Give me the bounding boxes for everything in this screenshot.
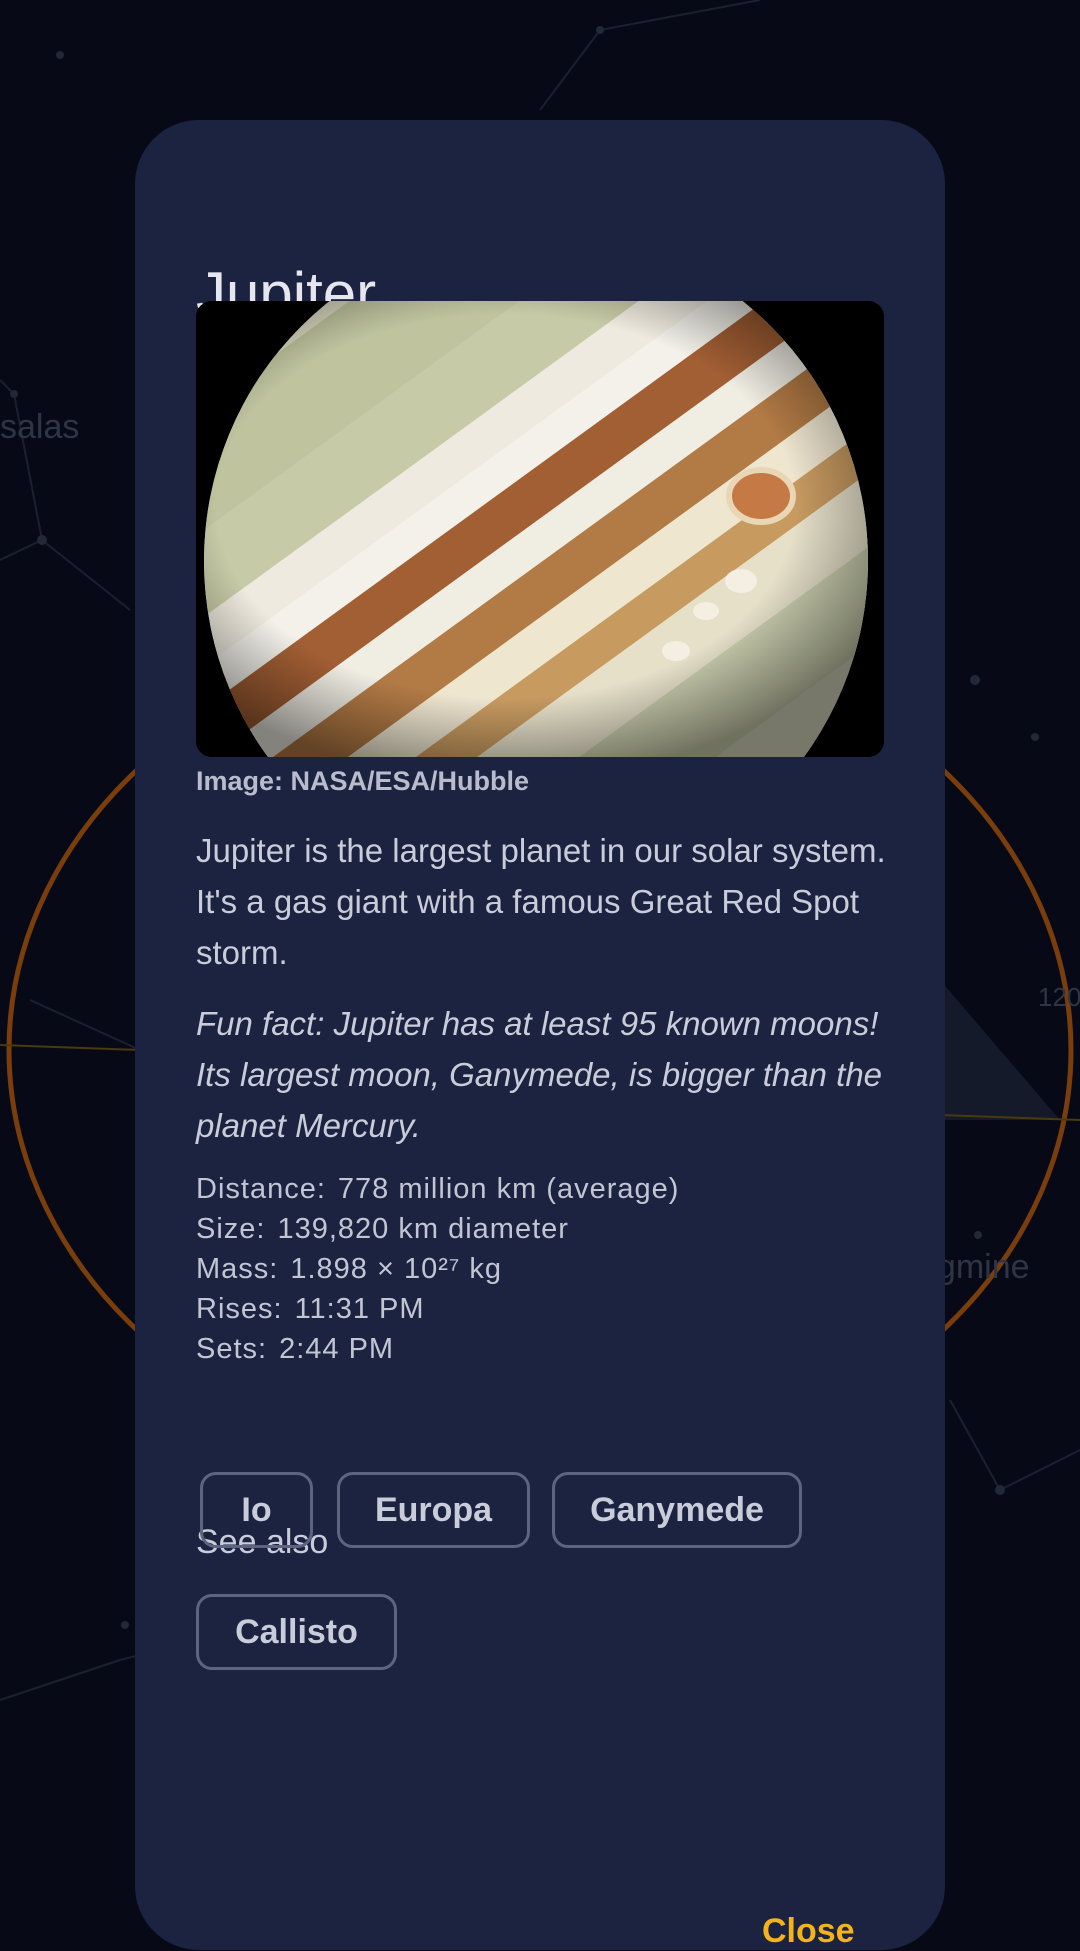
stat-rises: Rises: 11:31 PM [196,1289,679,1329]
planet-description: Jupiter is the largest planet in our sol… [196,832,886,971]
stat-value: 11:31 PM [294,1293,425,1325]
planet-stats: Distance: 778 million km (average) Size: 1… [196,1169,679,1369]
stat-label: Size: [196,1213,266,1245]
see-also-chip-ganymede[interactable]: Ganymede [552,1472,802,1548]
fun-fact: Fun fact: Jupiter has at least 95 known … [196,1005,883,1144]
image-credit: Image: NASA/ESA/Hubble [196,766,530,796]
see-also-chip-callisto[interactable]: Callisto [196,1594,397,1670]
sky-label-left: salas [0,408,80,446]
stat-label: Distance: [196,1173,326,1205]
stat-value: 2:44 PM [279,1333,395,1365]
planet-info-dialog: Jupiter Image: NASA/ESA/Hubble Jupiter i… [135,120,945,1950]
see-also-chip-io[interactable]: Io [200,1472,313,1548]
see-also-chip-europa[interactable]: Europa [337,1472,530,1548]
stat-value: 1.898 × 10²⁷ kg [290,1253,503,1285]
stat-size: Size: 139,820 km diameter [196,1209,679,1249]
stat-distance: Distance: 778 million km (average) [196,1169,679,1209]
stat-label: Sets: [196,1333,268,1365]
close-button[interactable]: Close [762,1912,855,1951]
stat-mass: Mass: 1.898 × 10²⁷ kg [196,1249,679,1289]
planet-image [196,301,884,757]
stat-sets: Sets: 2:44 PM [196,1329,679,1369]
stat-value: 778 million km (average) [337,1173,680,1205]
stat-label: Rises: [196,1293,283,1325]
stat-value: 139,820 km diameter [277,1213,569,1245]
sky-label-number: 120 [1038,982,1080,1012]
stat-label: Mass: [196,1253,279,1285]
horizon-line-left [0,1044,141,1051]
